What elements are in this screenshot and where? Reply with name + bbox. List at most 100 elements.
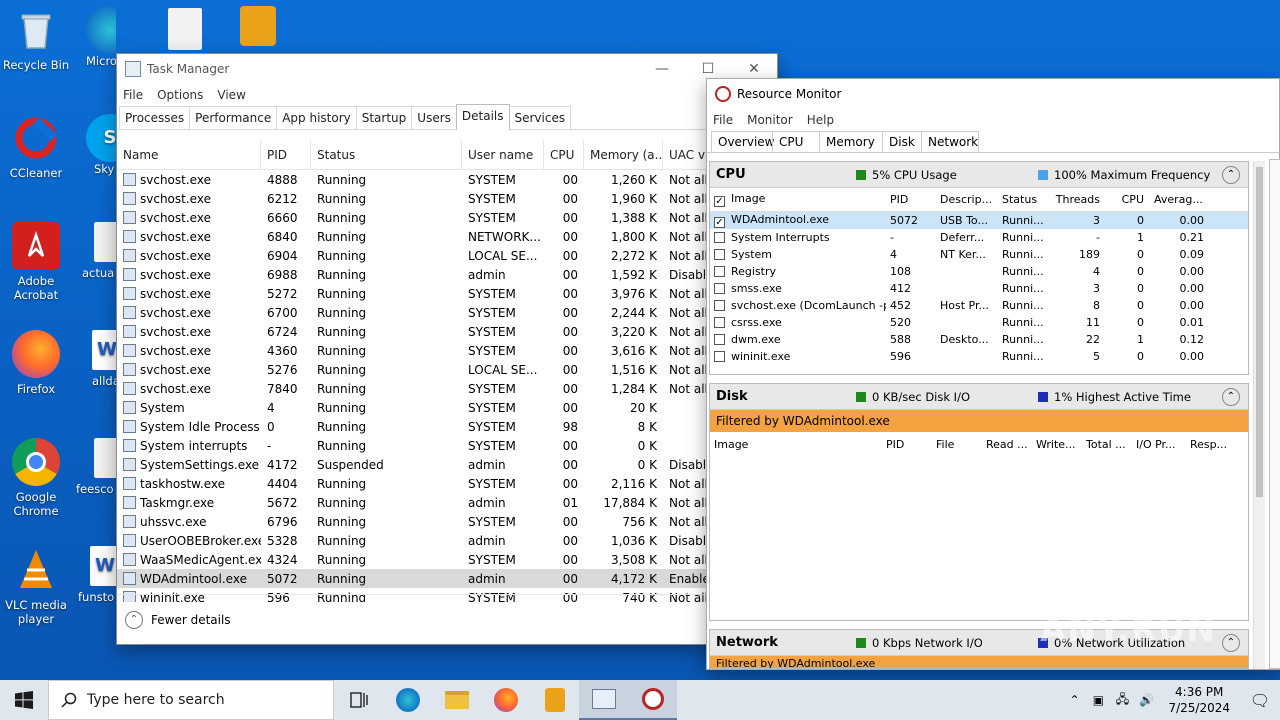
table-row[interactable]: svchost.exe 5272 Running SYSTEM 00 3,976 K Not… bbox=[117, 284, 777, 303]
ccleaner-shortcut[interactable]: CCleaner bbox=[0, 114, 72, 180]
disk-col-write[interactable]: Write... bbox=[1032, 438, 1082, 451]
taskbar-lock-app[interactable] bbox=[530, 680, 579, 720]
network-icon[interactable]: 🖧 bbox=[1110, 690, 1134, 711]
cpu-table-row[interactable]: csrss.exe 520 Runni... 11 0 0.01 bbox=[710, 314, 1248, 331]
disk-col-response[interactable]: Resp... bbox=[1186, 438, 1236, 451]
tab-details[interactable]: Details bbox=[455, 104, 510, 130]
disk-col-pid[interactable]: PID bbox=[882, 438, 932, 451]
collapse-icon[interactable]: ⌃ bbox=[1222, 165, 1240, 184]
checkbox-unchecked[interactable] bbox=[714, 266, 725, 277]
checkbox-unchecked[interactable] bbox=[714, 351, 725, 362]
checkbox-unchecked[interactable] bbox=[714, 283, 725, 294]
tab-overview[interactable]: Overview bbox=[711, 131, 775, 152]
task-manager-titlebar[interactable]: Task Manager — ☐ ✕ bbox=[117, 54, 777, 84]
cpu-col-description[interactable]: Descrip... bbox=[936, 193, 998, 206]
table-row[interactable]: uhssvc.exe 6796 Running SYSTEM 00 756 K Not al… bbox=[117, 512, 777, 531]
chevron-up-icon[interactable]: ⌃ bbox=[125, 610, 143, 629]
table-row[interactable]: svchost.exe 4360 Running SYSTEM 00 3,616 K Not… bbox=[117, 341, 777, 360]
allda-file-shortcut[interactable]: W allda bbox=[80, 330, 116, 388]
recycle-bin-shortcut[interactable]: Recycle Bin bbox=[0, 6, 72, 72]
actua-file-shortcut[interactable]: actua bbox=[80, 222, 116, 280]
feesco-file-shortcut[interactable]: feesco bbox=[76, 438, 116, 496]
vlc-shortcut[interactable]: VLC media player bbox=[0, 546, 72, 626]
table-row[interactable]: SystemSettings.exe 4172 Suspended admin 00 0 … bbox=[117, 455, 777, 474]
column-header-name[interactable]: Name bbox=[117, 140, 261, 169]
menu-view[interactable]: View bbox=[217, 88, 245, 102]
cpu-table-row[interactable]: smss.exe 412 Runni... 3 0 0.00 bbox=[710, 280, 1248, 297]
collapse-icon[interactable]: ⌃ bbox=[1222, 387, 1240, 406]
checkbox-unchecked[interactable] bbox=[714, 232, 725, 243]
table-row[interactable]: svchost.exe 6988 Running admin 00 1,592 K Disa… bbox=[117, 265, 777, 284]
taskbar-edge[interactable] bbox=[383, 680, 432, 720]
disk-col-file[interactable]: File bbox=[932, 438, 982, 451]
column-header-status[interactable]: Status bbox=[311, 140, 462, 169]
task-view-button[interactable] bbox=[334, 680, 383, 720]
tab-performance[interactable]: Performance bbox=[189, 106, 278, 129]
table-row[interactable]: svchost.exe 6904 Running LOCAL SE... 00 2,272… bbox=[117, 246, 777, 265]
cpu-col-image[interactable]: ✓ Image bbox=[710, 192, 886, 207]
cpu-table-row[interactable]: dwm.exe 588 Deskto... Runni... 22 1 0.12 bbox=[710, 331, 1248, 348]
tab-startup[interactable]: Startup bbox=[355, 106, 413, 129]
start-button[interactable] bbox=[0, 680, 48, 720]
disk-col-io-priority[interactable]: I/O Pr... bbox=[1132, 438, 1186, 451]
taskbar-search-box[interactable]: Type here to search bbox=[48, 680, 334, 720]
cpu-table-row[interactable]: svchost.exe (DcomLaunch -p) 452 Host Pr...… bbox=[710, 297, 1248, 314]
table-row[interactable]: System 4 Running SYSTEM 00 20 K bbox=[117, 398, 777, 417]
scrollbar-thumb[interactable] bbox=[1256, 167, 1263, 497]
clock[interactable]: 4:36 PM 7/25/2024 bbox=[1158, 684, 1240, 716]
taskbar-file-explorer[interactable] bbox=[432, 680, 481, 720]
tab-cpu[interactable]: CPU bbox=[772, 131, 820, 152]
tab-network[interactable]: Network bbox=[921, 131, 979, 152]
main-scrollbar[interactable] bbox=[1253, 161, 1265, 669]
cpu-table-row[interactable]: System 4 NT Ker... Runni... 189 0 0.09 bbox=[710, 246, 1248, 263]
resource-monitor-titlebar[interactable]: Resource Monitor bbox=[707, 79, 1279, 109]
table-row[interactable]: System interrupts - Running SYSTEM 00 0 K bbox=[117, 436, 777, 455]
chevron-up-icon[interactable]: ⌃ bbox=[1062, 693, 1086, 707]
notification-icon[interactable]: 🗨 bbox=[1240, 691, 1280, 710]
taskbar-resource-monitor[interactable] bbox=[628, 680, 677, 720]
checkbox-unchecked[interactable] bbox=[714, 334, 725, 345]
chrome-shortcut[interactable]: Google Chrome bbox=[0, 438, 72, 518]
checkbox-all[interactable]: ✓ bbox=[714, 196, 725, 207]
menu-help[interactable]: Help bbox=[807, 113, 834, 127]
checkbox-unchecked[interactable] bbox=[714, 300, 725, 311]
table-row[interactable]: Taskmgr.exe 5672 Running admin 01 17,884 K Not… bbox=[117, 493, 777, 512]
tab-memory[interactable]: Memory bbox=[819, 131, 883, 152]
disk-col-read[interactable]: Read ... bbox=[982, 438, 1032, 451]
menu-file[interactable]: File bbox=[123, 88, 143, 102]
table-row[interactable]: svchost.exe 5276 Running LOCAL SE... 00 1,516… bbox=[117, 360, 777, 379]
table-row[interactable]: svchost.exe 6840 Running NETWORK... 00 1,800 … bbox=[117, 227, 777, 246]
funsto-file-shortcut[interactable]: W funsto bbox=[76, 546, 116, 604]
column-header-pid[interactable]: PID bbox=[261, 140, 311, 169]
disk-col-image[interactable]: Image bbox=[710, 438, 882, 451]
cpu-col-cpu[interactable]: CPU bbox=[1106, 193, 1150, 206]
table-row[interactable]: taskhostw.exe 4404 Running SYSTEM 00 2,116 K N… bbox=[117, 474, 777, 493]
volume-icon[interactable]: 🔊 bbox=[1134, 693, 1158, 707]
disk-panel-header[interactable]: Disk 0 KB/sec Disk I/O 1% Highest Active… bbox=[710, 384, 1248, 410]
firefox-shortcut[interactable]: Firefox bbox=[0, 330, 72, 396]
fewer-details-link[interactable]: Fewer details bbox=[151, 613, 231, 627]
taskbar-firefox[interactable] bbox=[481, 680, 530, 720]
edge-shortcut[interactable]: Micro Ed bbox=[86, 6, 116, 68]
checkbox-unchecked[interactable] bbox=[714, 317, 725, 328]
cpu-table-row[interactable]: Registry 108 Runni... 4 0 0.00 bbox=[710, 263, 1248, 280]
tab-users[interactable]: Users bbox=[411, 106, 457, 129]
tab-processes[interactable]: Processes bbox=[119, 106, 191, 129]
tab-services[interactable]: Services bbox=[508, 106, 572, 129]
cpu-col-pid[interactable]: PID bbox=[886, 193, 936, 206]
cpu-table-row[interactable]: System Interrupts - Deferr... Runni... - 1 0.2… bbox=[710, 229, 1248, 246]
tab-disk[interactable]: Disk bbox=[882, 131, 922, 152]
checkbox-checked[interactable]: ✓ bbox=[714, 217, 725, 228]
table-row[interactable]: svchost.exe 7840 Running SYSTEM 00 1,284 K Not… bbox=[117, 379, 777, 398]
tab-app-history[interactable]: App history bbox=[276, 106, 357, 129]
table-row[interactable]: System Idle Process 0 Running SYSTEM 98 8 K bbox=[117, 417, 777, 436]
table-row[interactable]: svchost.exe 6700 Running SYSTEM 00 2,244 K Not… bbox=[117, 303, 777, 322]
checkbox-unchecked[interactable] bbox=[714, 249, 725, 260]
cpu-table-row[interactable]: wininit.exe 596 Runni... 5 0 0.00 bbox=[710, 348, 1248, 365]
table-row[interactable]: svchost.exe 6660 Running SYSTEM 00 1,388 K Not… bbox=[117, 208, 777, 227]
cpu-panel-header[interactable]: CPU 5% CPU Usage 100% Maximum Frequency … bbox=[710, 162, 1248, 188]
table-row[interactable]: WaaSMedicAgent.exe 4324 Running SYSTEM 00 3,5… bbox=[117, 550, 777, 569]
table-row[interactable]: UserOOBEBroker.exe 5328 Running admin 00 1,03… bbox=[117, 531, 777, 550]
table-row[interactable]: svchost.exe 4888 Running SYSTEM 00 1,260 K Not… bbox=[117, 170, 777, 189]
cpu-col-threads[interactable]: Threads bbox=[1050, 193, 1106, 206]
